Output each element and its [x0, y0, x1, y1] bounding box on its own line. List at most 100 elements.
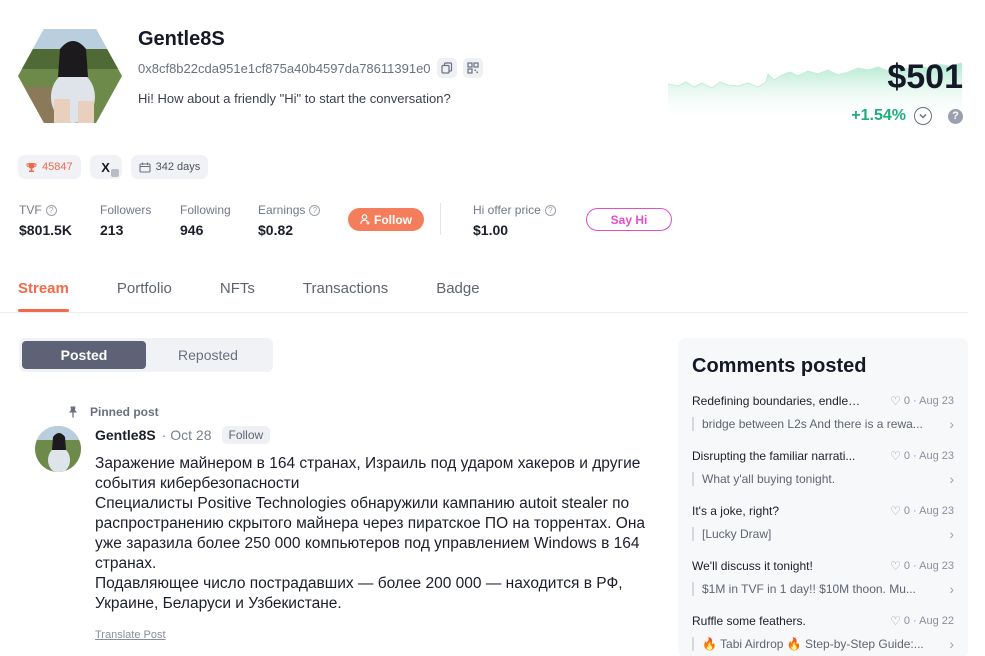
- tab-transactions[interactable]: Transactions: [303, 280, 388, 312]
- post-author[interactable]: Gentle8S: [95, 427, 156, 443]
- comment-text: $1M in TVF in 1 day!! $10M thoon. Mu...: [692, 582, 916, 596]
- chevron-down-icon[interactable]: [914, 107, 932, 125]
- post-body: Заражение майнером в 164 странах, Израил…: [95, 454, 655, 614]
- stat-followers-value: 213: [100, 222, 124, 238]
- post-header: Gentle8S · Oct 28 Follow: [95, 426, 271, 444]
- feed-toggle: Posted Reposted: [19, 338, 273, 372]
- comment-text: 🔥 Tabi Airdrop 🔥 Step-by-Step Guide:...: [692, 637, 924, 651]
- comment-date: · Aug 23: [913, 505, 954, 517]
- comment-item[interactable]: Ruffle some feathers. ♡ 0 · Aug 22 🔥 Tabi …: [692, 614, 954, 652]
- key-price: $501: [887, 58, 963, 96]
- user-plus-icon: [360, 214, 370, 225]
- tab-portfolio[interactable]: Portfolio: [117, 280, 172, 312]
- comment-text: bridge between L2s And there is a rewa..…: [692, 417, 923, 431]
- x-social-badge[interactable]: X: [89, 155, 122, 179]
- stat-tvf-label: TVF: [19, 203, 42, 217]
- comment-likes: 0: [903, 450, 911, 462]
- post-date: · Oct 28: [161, 427, 212, 443]
- heart-icon[interactable]: ♡: [890, 394, 901, 408]
- stat-following[interactable]: Following 946: [180, 203, 231, 238]
- info-icon[interactable]: ?: [544, 204, 556, 216]
- pinned-indicator: Pinned post: [68, 405, 159, 419]
- follow-button-label: Follow: [374, 212, 412, 227]
- tab-nfts[interactable]: NFTs: [220, 280, 255, 312]
- post-paragraph: Заражение майнером в 164 странах, Израил…: [95, 455, 641, 492]
- heart-icon[interactable]: ♡: [890, 449, 901, 463]
- comment-date: · Aug 22: [913, 615, 954, 627]
- badges-row: 45847 X 342 days: [18, 155, 209, 179]
- tab-badge[interactable]: Badge: [436, 280, 479, 312]
- stat-hi-offer: Hi offer price? $1.00: [473, 203, 556, 238]
- comment-date: · Aug 23: [913, 560, 954, 572]
- translate-post-link[interactable]: Translate Post: [95, 629, 166, 641]
- x-logo-icon: X: [101, 159, 110, 175]
- stat-following-value: 946: [180, 222, 204, 238]
- help-icon[interactable]: ?: [948, 108, 963, 124]
- heart-icon[interactable]: ♡: [890, 559, 901, 573]
- toggle-posted[interactable]: Posted: [22, 341, 146, 369]
- comments-panel: Comments posted Redefining boundaries, e…: [678, 338, 968, 656]
- stat-following-label: Following: [180, 203, 231, 217]
- comment-item[interactable]: It's a joke, right? ♡ 0 · Aug 23 [Lucky Dr…: [692, 504, 954, 542]
- qr-code-icon[interactable]: [462, 58, 483, 78]
- stat-followers-label: Followers: [100, 203, 152, 217]
- comment-item[interactable]: Redefining boundaries, endless... ♡ 0 · Au…: [692, 394, 954, 432]
- chevron-right-icon[interactable]: ›: [949, 526, 954, 542]
- stat-tvf-value: $801.5K: [19, 222, 72, 238]
- comment-post-title: Disrupting the familiar narrati...: [692, 449, 856, 463]
- stat-followers[interactable]: Followers 213: [100, 203, 151, 238]
- comment-date: · Aug 23: [913, 395, 954, 407]
- tab-stream[interactable]: Stream: [18, 280, 69, 312]
- comment-post-title: We'll discuss it tonight!: [692, 559, 813, 573]
- comment-item[interactable]: Disrupting the familiar narrati... ♡ 0 · A…: [692, 449, 954, 487]
- chevron-right-icon[interactable]: ›: [949, 471, 954, 487]
- post-follow-button[interactable]: Follow: [221, 426, 271, 444]
- stat-earnings-label: Earnings: [258, 203, 306, 217]
- trophy-icon: [26, 162, 37, 172]
- profile-avatar[interactable]: [18, 28, 122, 124]
- comment-likes: 0: [903, 615, 911, 627]
- info-icon[interactable]: ?: [309, 204, 321, 216]
- copy-icon[interactable]: [436, 58, 457, 78]
- profile-name: Gentle8S: [138, 28, 225, 50]
- comments-title: Comments posted: [692, 355, 867, 377]
- post-author-avatar[interactable]: [35, 426, 81, 472]
- info-icon[interactable]: ?: [45, 204, 57, 216]
- comment-date: · Aug 23: [913, 450, 954, 462]
- trophy-count: 45847: [42, 161, 73, 173]
- pinned-label: Pinned post: [90, 405, 159, 419]
- stat-hi-offer-value: $1.00: [473, 222, 509, 238]
- stat-earnings: Earnings? $0.82: [258, 203, 321, 238]
- chevron-right-icon[interactable]: ›: [949, 416, 954, 432]
- say-hi-button[interactable]: Say Hi: [586, 208, 672, 231]
- comment-post-title: Redefining boundaries, endless...: [692, 394, 864, 408]
- heart-icon[interactable]: ♡: [890, 614, 901, 628]
- pin-icon: [69, 406, 77, 418]
- comment-likes: 0: [903, 560, 911, 572]
- comment-item[interactable]: We'll discuss it tonight! ♡ 0 · Aug 23 $1M…: [692, 559, 954, 597]
- calendar-icon: [139, 162, 151, 173]
- account-age: 342 days: [155, 161, 201, 173]
- price-change: +1.54%: [851, 107, 906, 124]
- account-age-badge: 342 days: [130, 155, 209, 179]
- stat-hi-offer-label: Hi offer price: [473, 203, 541, 217]
- follow-button[interactable]: Follow: [348, 208, 424, 231]
- profile-bio: Hi! How about a friendly "Hi" to start t…: [138, 91, 451, 106]
- profile-tabs: Stream Portfolio NFTs Transactions Badge: [18, 280, 528, 312]
- comment-likes: 0: [903, 505, 911, 517]
- heart-icon[interactable]: ♡: [890, 504, 901, 518]
- chevron-right-icon[interactable]: ›: [949, 636, 954, 652]
- comment-post-title: It's a joke, right?: [692, 504, 779, 518]
- address-row: 0x8cf8b22cda951e1cf875a40b4597da78611391…: [138, 58, 483, 78]
- tabs-divider: [0, 312, 968, 313]
- chevron-right-icon[interactable]: ›: [949, 581, 954, 597]
- toggle-reposted[interactable]: Reposted: [146, 341, 270, 369]
- stats-divider: [440, 203, 441, 235]
- stat-tvf: TVF? $801.5K: [19, 203, 72, 238]
- price-change-row: +1.54% ?: [851, 107, 963, 125]
- unverified-icon: [110, 169, 119, 177]
- trophy-badge[interactable]: 45847: [18, 155, 81, 179]
- comment-post-title: Ruffle some feathers.: [692, 614, 806, 628]
- comment-text: [Lucky Draw]: [692, 527, 771, 541]
- comment-likes: 0: [903, 395, 911, 407]
